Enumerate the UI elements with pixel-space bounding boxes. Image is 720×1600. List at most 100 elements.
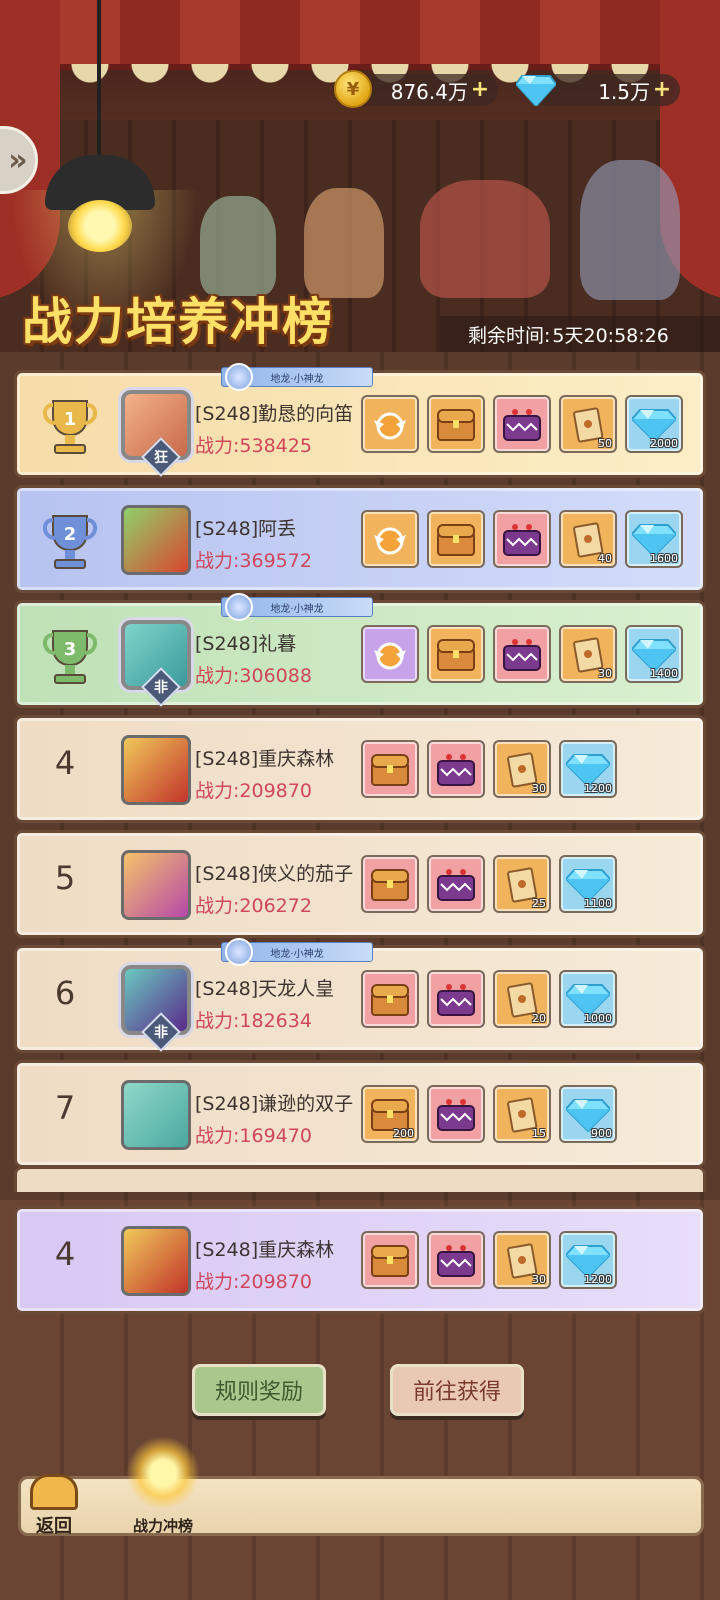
ranking-row[interactable]: 4 [S248]重庆森林 战力:209870 30 1200	[14, 715, 706, 823]
ranking-row[interactable]: 3 非地龙·小神龙 [S248]礼暮 战力:306088 30 1400	[14, 593, 706, 708]
ranking-row[interactable]: 4 [S248]重庆森林 战力:209870 30 1200	[14, 1206, 706, 1314]
reward-quantity: 30	[598, 667, 612, 680]
reward-item-diamond-icon[interactable]: 1000	[559, 970, 617, 1028]
reward-item-chest-icon[interactable]	[427, 395, 485, 453]
rank-number: 4	[54, 744, 76, 782]
reward-item-monster-chest-icon[interactable]	[427, 970, 485, 1028]
event-banner: » ¥ 876.4万 + 1.5万 + 战力培养冲榜	[0, 0, 720, 352]
ranking-row[interactable]: 2 [S248]阿丢 战力:369572 40 1600	[14, 485, 706, 593]
player-power: 战力:209870	[195, 780, 312, 802]
ranking-row[interactable]: 1 狂地龙·小神龙 [S248]勤恳的向笛 战力:538425 50 2000	[14, 363, 706, 478]
trophy-icon: 3	[39, 625, 101, 687]
reward-item-medal-icon[interactable]	[361, 510, 419, 568]
avatar-frame-badge-text: 非	[154, 1025, 168, 1041]
ranking-row[interactable]: 6 非地龙·小神龙 [S248]天龙人皇 战力:182634 20 1000	[14, 938, 706, 1053]
reward-item-diamond-icon[interactable]: 1200	[559, 740, 617, 798]
go-obtain-button[interactable]: 前往获得	[390, 1364, 524, 1416]
avatar[interactable]	[121, 850, 191, 920]
ranking-row[interactable]: 7 [S248]谦逊的双子 战力:169470 200 15 900	[14, 1060, 706, 1168]
reward-item-chest-icon[interactable]	[361, 740, 419, 798]
gold-value: 876.4万	[390, 79, 468, 104]
reward-item-diamond-icon[interactable]: 1600	[625, 510, 683, 568]
gem-value: 1.5万	[598, 79, 650, 104]
lamp-cord	[97, 0, 101, 160]
reward-item-chest-icon[interactable]	[361, 855, 419, 913]
svg-text:1: 1	[64, 409, 77, 430]
reward-item-monster-chest-icon[interactable]	[493, 625, 551, 683]
reward-quantity: 1000	[584, 1012, 612, 1025]
reward-quantity: 1200	[584, 782, 612, 795]
countdown-bar: 剩余时间: 5天20:58:26	[440, 316, 720, 352]
back-arrow-icon	[30, 1474, 78, 1510]
player-name: [S248]勤恳的向笛	[195, 403, 354, 425]
reward-item-monster-chest-icon[interactable]	[427, 855, 485, 913]
avatar[interactable]	[121, 505, 191, 575]
back-button[interactable]: 返回	[24, 1466, 84, 1538]
reward-item-ticket-icon[interactable]: 40	[559, 510, 617, 568]
reward-quantity: 15	[532, 1127, 546, 1140]
avatar[interactable]	[121, 735, 191, 805]
reward-item-medal-icon[interactable]	[361, 395, 419, 453]
stage-curtain	[0, 0, 720, 86]
reward-item-monster-chest-icon[interactable]	[493, 510, 551, 568]
tab-power-ranking[interactable]: 战力冲榜	[118, 1436, 208, 1536]
reward-item-diamond-icon[interactable]: 900	[559, 1085, 617, 1143]
reward-list: 40 1600	[361, 510, 683, 570]
add-gold-icon[interactable]: +	[470, 79, 490, 101]
reward-item-chest-icon[interactable]	[427, 625, 485, 683]
diamond-icon	[516, 75, 556, 106]
reward-item-chest-icon[interactable]	[361, 1231, 419, 1289]
reward-item-monster-chest-icon[interactable]	[427, 1085, 485, 1143]
reward-item-chest-icon[interactable]	[361, 970, 419, 1028]
reward-item-diamond-icon[interactable]: 1200	[559, 1231, 617, 1289]
reward-quantity: 30	[532, 782, 546, 795]
player-name: [S248]天龙人皇	[195, 978, 335, 1000]
reward-item-diamond-icon[interactable]: 1400	[625, 625, 683, 683]
trophy-icon: 2	[39, 510, 101, 572]
avatar[interactable]	[121, 1080, 191, 1150]
player-power: 战力:306088	[195, 665, 312, 687]
reward-quantity: 1400	[650, 667, 678, 680]
back-label: 返回	[36, 1516, 72, 1537]
page-title: 战力培养冲榜	[22, 293, 334, 351]
avatar[interactable]	[121, 1226, 191, 1296]
reward-item-monster-chest-icon[interactable]	[427, 740, 485, 798]
ranking-row[interactable]: 5 [S248]侠义的茄子 战力:206272 25 1100	[14, 830, 706, 938]
reward-item-ticket-icon[interactable]: 50	[559, 395, 617, 453]
reward-item-monster-chest-icon[interactable]	[493, 395, 551, 453]
reward-item-chest-icon[interactable]: 200	[361, 1085, 419, 1143]
reward-item-ticket-icon[interactable]: 30	[493, 1231, 551, 1289]
player-power: 战力:182634	[195, 1010, 312, 1032]
reward-item-diamond-icon[interactable]: 1100	[559, 855, 617, 913]
player-power: 战力:209870	[195, 1271, 312, 1293]
remaining-value: 5天20:58:26	[552, 324, 669, 347]
reward-item-monster-chest-icon[interactable]	[427, 1231, 485, 1289]
rules-rewards-button[interactable]: 规则奖励	[192, 1364, 326, 1416]
reward-item-ticket-icon[interactable]: 30	[493, 740, 551, 798]
reward-item-ticket-icon[interactable]: 30	[559, 625, 617, 683]
reward-quantity: 900	[591, 1127, 612, 1140]
character-ghost-girl	[200, 196, 276, 296]
reward-list: 200 15 900	[361, 1085, 617, 1145]
list-scroll-edge	[14, 1166, 706, 1192]
reward-item-ticket-icon[interactable]: 15	[493, 1085, 551, 1143]
player-name: [S248]侠义的茄子	[195, 863, 354, 885]
reward-quantity: 2000	[650, 437, 678, 450]
avatar-frame-badge-text: 非	[154, 680, 168, 696]
svg-text:2: 2	[64, 524, 77, 545]
svg-text:3: 3	[64, 639, 77, 660]
reward-item-medal-icon[interactable]	[361, 625, 419, 683]
lamp-bulb	[68, 200, 132, 252]
player-power: 战力:369572	[195, 550, 312, 572]
reward-item-ticket-icon[interactable]: 25	[493, 855, 551, 913]
gold-counter[interactable]: ¥ 876.4万 +	[334, 70, 498, 108]
reward-item-diamond-icon[interactable]: 2000	[625, 395, 683, 453]
gem-counter[interactable]: 1.5万 +	[516, 74, 680, 106]
reward-item-ticket-icon[interactable]: 20	[493, 970, 551, 1028]
player-power: 战力:169470	[195, 1125, 312, 1147]
avatar-frame-badge-text: 狂	[154, 450, 168, 466]
reward-item-chest-icon[interactable]	[427, 510, 485, 568]
tab-power-ranking-label: 战力冲榜	[132, 1517, 193, 1535]
player-name: [S248]阿丢	[195, 518, 297, 540]
add-gem-icon[interactable]: +	[652, 79, 672, 101]
